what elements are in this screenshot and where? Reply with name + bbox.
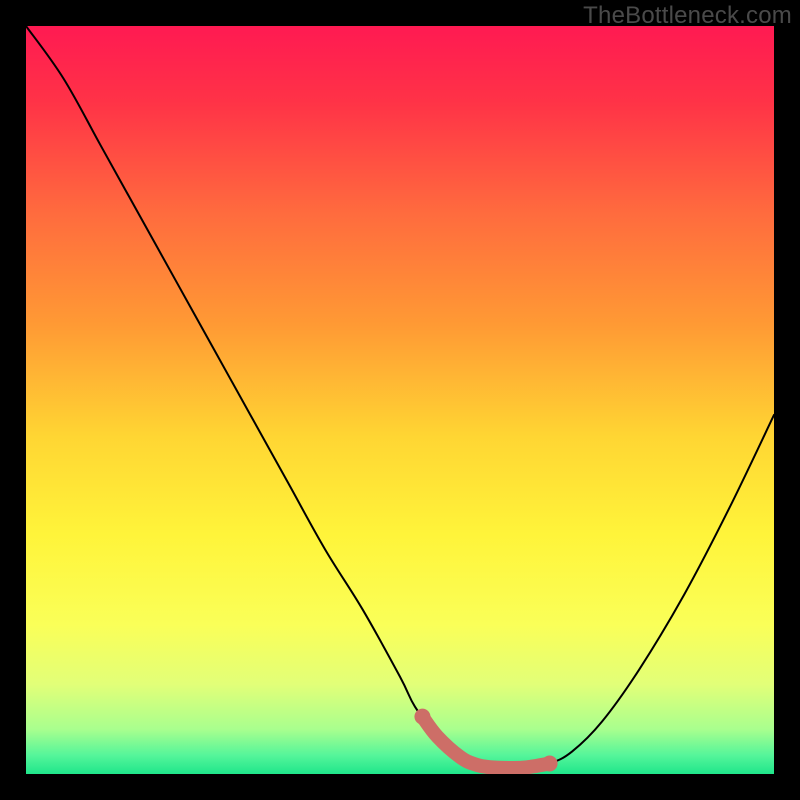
highlight-end-dot	[542, 756, 558, 772]
gradient-background	[26, 26, 774, 774]
watermark-text: TheBottleneck.com	[583, 2, 792, 30]
chart-frame: TheBottleneck.com	[0, 0, 800, 800]
highlight-start-dot	[414, 709, 430, 725]
plot-area	[26, 26, 774, 774]
chart-svg	[26, 26, 774, 774]
